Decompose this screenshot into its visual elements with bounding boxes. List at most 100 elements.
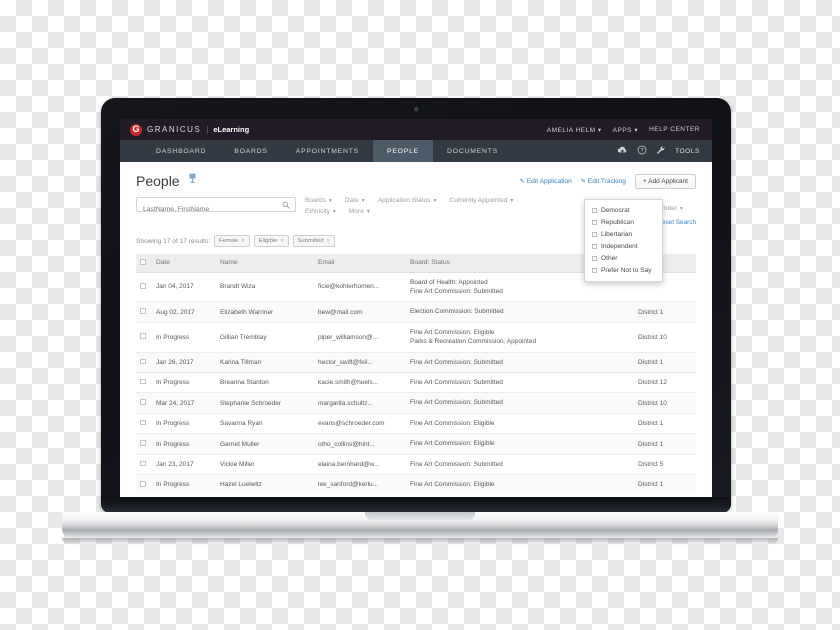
- checkbox-icon[interactable]: [140, 460, 146, 467]
- search-magnifier-icon[interactable]: [282, 201, 290, 211]
- row-select-cell[interactable]: [136, 301, 152, 323]
- filter-chip-female[interactable]: Female ×: [214, 235, 250, 247]
- checkbox-icon[interactable]: [140, 481, 146, 487]
- wrench-tools-icon[interactable]: [656, 145, 666, 157]
- add-applicant-button[interactable]: + Add Applicant: [634, 174, 696, 189]
- table-row[interactable]: In Progress Garnet Muller otho_collins@hin…: [136, 433, 696, 455]
- apps-menu[interactable]: APPS ▾: [613, 126, 638, 134]
- search-box[interactable]: [136, 197, 296, 216]
- checkbox-icon[interactable]: [140, 308, 146, 314]
- cell-date: In Progress: [152, 433, 216, 455]
- cell-name: Hazel Luelwitz: [216, 474, 314, 496]
- cell-email: elaina.bernhard@w...: [314, 454, 406, 476]
- cell-name: Elizabeth Warriner: [216, 301, 314, 323]
- table-row[interactable]: Mar 24, 2017 Stephanie Schroeder margarita…: [136, 392, 696, 414]
- checkbox-icon[interactable]: [140, 440, 146, 446]
- checkbox-icon[interactable]: [592, 231, 597, 237]
- brand-product: eLearning: [213, 125, 250, 134]
- chip-label: Submitted: [297, 238, 324, 244]
- cell-board-status: Fine Art Commission: Eligible: [406, 433, 634, 455]
- table-row[interactable]: Jan 26, 2017 Karina Tillman hector_swift@f…: [136, 352, 696, 374]
- dropdown-option-republican[interactable]: Republican: [585, 216, 662, 228]
- user-menu[interactable]: AMELIA HELM ▾: [547, 126, 602, 134]
- row-select-cell[interactable]: [136, 372, 152, 394]
- table-row[interactable]: In Progress Hazel Luelwitz lee_sanford@ker…: [136, 474, 696, 496]
- filter-boards-label: Boards: [305, 197, 326, 204]
- cell-date: Jan 23, 2017: [152, 454, 216, 476]
- column-name[interactable]: Name: [216, 254, 314, 273]
- filter-chip-eligible[interactable]: Eligible ×: [253, 235, 289, 247]
- laptop-hinge: [101, 497, 731, 513]
- dropdown-option-label: Other: [601, 254, 618, 262]
- board-status-line: Fine Art Commission: Submitted: [410, 287, 503, 295]
- political-party-dropdown[interactable]: Democrat Republican Libertarian Independ…: [584, 199, 663, 282]
- close-icon[interactable]: ×: [241, 238, 244, 244]
- column-date[interactable]: Date: [152, 254, 216, 273]
- close-icon[interactable]: ×: [327, 238, 330, 244]
- dropdown-option-other[interactable]: Other: [585, 252, 662, 264]
- filter-chip-submitted[interactable]: Submitted ×: [292, 235, 335, 247]
- row-select-cell[interactable]: [136, 322, 152, 353]
- row-select-cell[interactable]: [136, 413, 152, 435]
- table-row[interactable]: In Progress Savanna Ryan evans@schroeder.c…: [136, 413, 696, 435]
- row-select-cell[interactable]: [136, 433, 152, 455]
- checkbox-icon[interactable]: [140, 259, 146, 265]
- brand[interactable]: G GRANICUS | eLearning: [130, 123, 250, 136]
- table-row[interactable]: In Progress Breanna Stanton kacie.smith@hu…: [136, 372, 696, 394]
- cell-email: lee_sanford@kerlu...: [314, 474, 406, 496]
- table-row[interactable]: Aug 02, 2017 Elizabeth Warriner bew@mail.c…: [136, 301, 696, 323]
- help-question-icon[interactable]: ?: [637, 145, 647, 157]
- board-status-line: Fine Art Commission: Submitted: [410, 399, 503, 407]
- filter-more[interactable]: More ▼: [349, 208, 371, 215]
- checkbox-icon[interactable]: [140, 419, 146, 426]
- checkbox-icon[interactable]: [140, 399, 146, 405]
- cell-email: otho_collins@hint...: [314, 433, 406, 455]
- filter-application-status[interactable]: Application Status ▼: [378, 197, 438, 204]
- checkbox-icon[interactable]: [140, 333, 146, 339]
- dropdown-option-democrat[interactable]: Democrat: [585, 204, 662, 216]
- filter-currently-appointed[interactable]: Currently Appointed ▼: [450, 197, 515, 204]
- checkbox-icon[interactable]: [140, 283, 146, 289]
- dropdown-option-prefer-not-to-say[interactable]: Prefer Not to Say: [585, 264, 662, 276]
- column-email[interactable]: Email: [314, 254, 406, 273]
- filter-ethnicity[interactable]: Ethnicity ▼: [305, 208, 337, 215]
- tab-documents[interactable]: DOCUMENTS: [433, 140, 512, 162]
- search-input[interactable]: [137, 203, 295, 216]
- checkbox-icon[interactable]: [140, 358, 146, 365]
- help-center-link[interactable]: HELP CENTER: [649, 126, 700, 133]
- filter-date[interactable]: Date ▼: [345, 197, 366, 204]
- checkbox-icon[interactable]: [140, 378, 146, 385]
- tools-label[interactable]: TOOLS: [675, 148, 700, 155]
- dropdown-option-independent[interactable]: Independent: [585, 240, 662, 252]
- checkbox-icon[interactable]: [592, 243, 597, 249]
- tab-appointments[interactable]: APPOINTMENTS: [282, 140, 373, 162]
- edit-application-link[interactable]: ✎ Edit Application: [520, 178, 572, 185]
- filter-boards[interactable]: Boards ▼: [305, 197, 333, 204]
- row-select-cell[interactable]: [136, 352, 152, 374]
- checkbox-icon[interactable]: [592, 219, 597, 225]
- row-select-cell[interactable]: [136, 272, 152, 303]
- cell-board-status: Fine Art Commission: Submitted: [406, 454, 634, 476]
- select-all-header[interactable]: [136, 254, 152, 273]
- close-icon[interactable]: ×: [280, 238, 283, 244]
- dropdown-option-libertarian[interactable]: Libertarian: [585, 228, 662, 240]
- table-row[interactable]: Jan 23, 2017 Vickie Miller elaina.bernhard…: [136, 454, 696, 476]
- cell-date: Mar 24, 2017: [152, 392, 216, 414]
- checkbox-icon[interactable]: [592, 267, 597, 273]
- tab-people[interactable]: PEOPLE: [373, 140, 434, 162]
- checkbox-icon[interactable]: [592, 255, 597, 261]
- cell-district: District 12: [634, 372, 696, 394]
- filter-more-label: More: [348, 208, 364, 215]
- tab-dashboard[interactable]: DASHBOARD: [142, 140, 220, 162]
- row-select-cell[interactable]: [136, 474, 152, 496]
- checkbox-icon[interactable]: [592, 207, 597, 213]
- dropdown-option-label: Independent: [601, 242, 638, 250]
- row-select-cell[interactable]: [136, 454, 152, 476]
- tab-boards[interactable]: BOARDS: [220, 140, 282, 162]
- upload-cloud-icon[interactable]: [617, 146, 628, 157]
- row-select-cell[interactable]: [136, 392, 152, 414]
- edit-tracking-link[interactable]: ✎ Edit Tracking: [581, 178, 626, 185]
- reset-search-link[interactable]: Reset Search: [657, 219, 696, 226]
- board-status-line: Fine Art Commission: Eligible: [410, 328, 495, 336]
- table-row[interactable]: In Progress Gillian Tremblay piper_william…: [136, 322, 696, 353]
